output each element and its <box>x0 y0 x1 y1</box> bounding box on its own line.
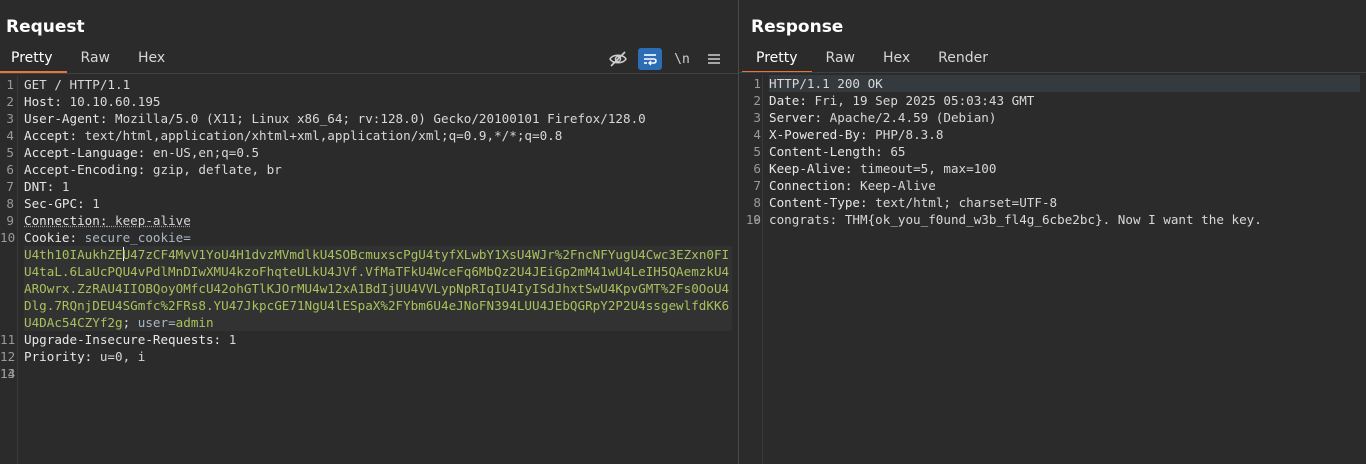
newline-icon[interactable]: \n <box>670 48 694 70</box>
response-tab-hex[interactable]: Hex <box>869 46 924 73</box>
request-line: 11 Upgrade-Insecure-Requests: 1 <box>0 332 237 347</box>
response-line: 7 Connection: Keep-Alive <box>753 178 936 193</box>
response-tab-raw[interactable]: Raw <box>812 46 869 73</box>
request-tab-raw[interactable]: Raw <box>67 46 124 73</box>
request-tab-pretty[interactable]: Pretty <box>0 46 67 73</box>
request-tab-hex[interactable]: Hex <box>124 46 179 73</box>
response-tab-divider <box>739 72 1366 73</box>
response-line: 3 Server: Apache/2.4.59 (Debian) <box>753 110 997 125</box>
request-pane: Request Pretty Raw Hex \n 1 GET / HTTP/1.… <box>0 0 738 464</box>
request-line: 12 Priority: u=0, i <box>0 349 146 364</box>
request-title: Request <box>6 17 85 37</box>
request-line: 6 Accept-Encoding: gzip, deflate, br <box>6 162 282 177</box>
request-line: 1 GET / HTTP/1.1 <box>6 77 131 92</box>
response-line: 2 Date: Fri, 19 Sep 2025 05:03:43 GMT <box>753 93 1035 108</box>
response-tab-pretty[interactable]: Pretty <box>742 46 812 73</box>
response-line: 6 Keep-Alive: timeout=5, max=100 <box>753 161 997 176</box>
response-code[interactable]: 1 HTTP/1.1 200 OK 2 Date: Fri, 19 Sep 2025… <box>745 75 1360 228</box>
response-tabs: Pretty Raw Hex Render <box>742 46 1002 73</box>
response-body-line: 10 congrats: THM{ok_you_f0und_w3b_fl4g_6c… <box>745 212 1262 227</box>
request-tabs: Pretty Raw Hex <box>0 46 179 73</box>
response-line: 4 X-Powered-By: PHP/8.3.8 <box>753 127 944 142</box>
response-line: 8 Content-Type: text/html; charset=UTF-8 <box>753 195 1058 210</box>
request-line: 2 Host: 10.10.60.195 <box>6 94 161 109</box>
cookie-value[interactable]: U4th10IAukhZEU47zCF4MvV1YoU4H1dvzMVmdlkU… <box>24 246 732 331</box>
request-line: 4 Accept: text/html,application/xhtml+xml… <box>6 128 563 143</box>
request-line: 5 Accept-Language: en-US,en;q=0.5 <box>6 145 260 160</box>
response-title: Response <box>751 17 844 37</box>
request-line: 8 Sec-GPC: 1 <box>6 196 100 211</box>
response-tab-render[interactable]: Render <box>924 46 1002 73</box>
request-tab-divider <box>0 73 738 74</box>
request-line: 9 Connection: keep-alive <box>6 213 191 228</box>
response-editor[interactable]: 1 HTTP/1.1 200 OK 2 Date: Fri, 19 Sep 2025… <box>739 75 1366 464</box>
request-line: 7 DNT: 1 <box>6 179 70 194</box>
request-line: 3 User-Agent: Mozilla/5.0 (X11; Linux x86… <box>6 111 646 126</box>
request-toolbar: \n <box>606 48 726 70</box>
menu-icon[interactable] <box>702 48 726 70</box>
eye-slash-icon[interactable] <box>606 48 630 70</box>
response-line: 1 HTTP/1.1 200 OK <box>753 75 1360 92</box>
wrap-lines-icon[interactable] <box>638 48 662 70</box>
request-editor[interactable]: 1 GET / HTTP/1.1 2 Host: 10.10.60.195 3 Use… <box>0 76 738 464</box>
response-pane: Response Pretty Raw Hex Render 1 HTTP/1.1… <box>739 0 1366 464</box>
request-code[interactable]: 1 GET / HTTP/1.1 2 Host: 10.10.60.195 3 Use… <box>0 76 732 381</box>
cookie-line: 10 Cookie: secure_cookie= <box>0 230 191 245</box>
response-line: 5 Content-Length: 65 <box>753 144 906 159</box>
